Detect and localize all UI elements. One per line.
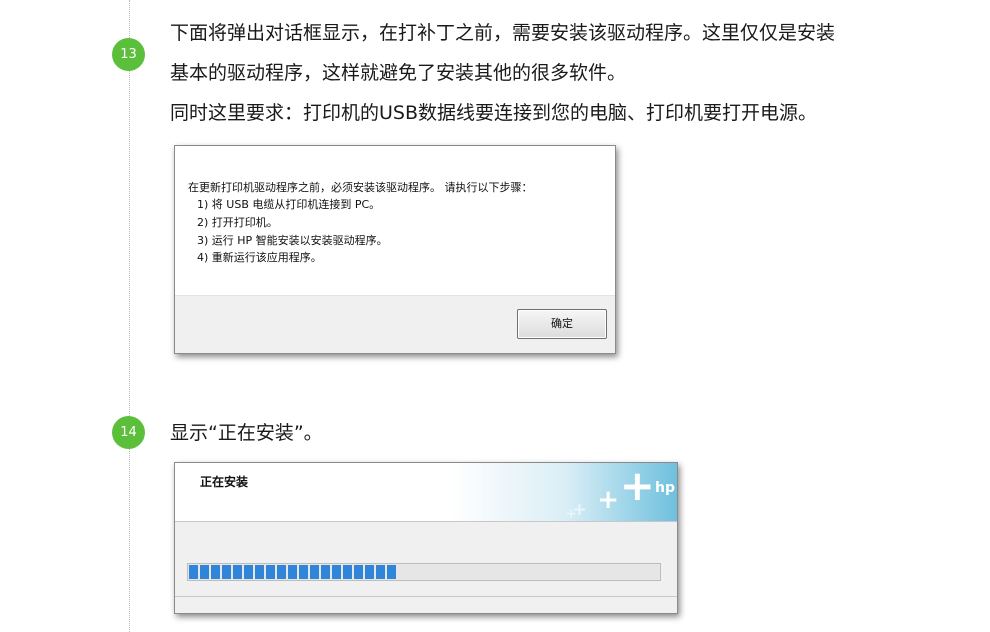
progress-fill	[189, 565, 397, 579]
footer-separator	[175, 596, 677, 597]
plus-icon: +	[565, 506, 577, 522]
driver-required-dialog: 在更新打印机驱动程序之前，必须安装该驱动程序。 请执行以下步骤： 1) 将 US…	[174, 145, 616, 354]
step-13-badge: 13	[112, 38, 145, 71]
plus-icon: +	[619, 462, 655, 510]
dialog-message-line: 在更新打印机驱动程序之前，必须安装该驱动程序。 请执行以下步骤：	[188, 181, 533, 194]
hp-logo-icon: hp	[655, 480, 675, 496]
step-14-badge: 14	[112, 416, 145, 449]
install-progress-bar	[187, 563, 661, 581]
installing-title: 正在安装	[200, 475, 249, 489]
dialog-message-line: 3) 运行 HP 智能安装以安装驱动程序。	[197, 234, 388, 247]
step-13-line-3: 同时这里要求：打印机的USB数据线要连接到您的电脑、打印机要打开电源。	[170, 102, 818, 124]
dialog-button-bar: 确定	[175, 295, 615, 353]
step-13-line-2: 基本的驱动程序，这样就避免了安装其他的很多软件。	[170, 62, 627, 84]
dialog-message-line: 2) 打开打印机。	[197, 216, 278, 229]
ok-button[interactable]: 确定	[517, 309, 607, 339]
plus-icon: +	[597, 485, 619, 515]
dialog-message-line: 4) 重新运行该应用程序。	[197, 251, 322, 264]
dialog-message-area: 在更新打印机驱动程序之前，必须安装该驱动程序。 请执行以下步骤： 1) 将 US…	[175, 146, 615, 296]
step-14-line-1: 显示“正在安装”。	[170, 422, 323, 444]
installing-header: 正在安装 + + + + hp	[175, 463, 677, 522]
timeline-line	[129, 0, 130, 632]
installing-dialog: 正在安装 + + + + hp	[174, 462, 678, 614]
step-13-line-1: 下面将弹出对话框显示，在打补丁之前，需要安装该驱动程序。这里仅仅是安装	[170, 22, 836, 44]
dialog-message-line: 1) 将 USB 电缆从打印机连接到 PC。	[197, 198, 381, 211]
